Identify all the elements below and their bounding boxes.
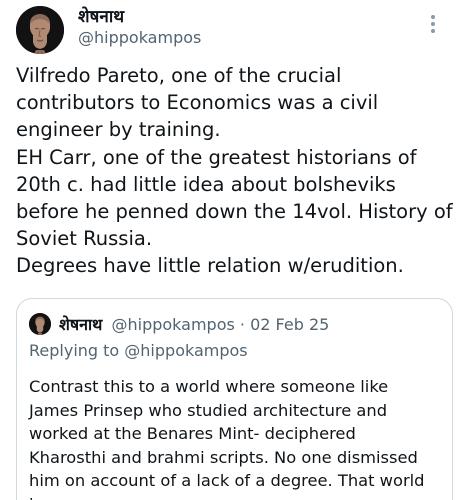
tweet: शेषनाथ @hippokampos Vilfredo Pareto, one… (0, 0, 463, 500)
tweet-text: Vilfredo Pareto, one of the crucial cont… (16, 64, 453, 278)
quoted-author-name: शेषनाथ (59, 315, 103, 334)
author-name[interactable]: शेषनाथ (78, 4, 124, 27)
quoted-author-avatar (29, 313, 51, 335)
quoted-author-handle: @hippokampos (111, 315, 235, 334)
author-avatar[interactable] (16, 6, 64, 54)
reply-context: Replying to @hippokampos (29, 341, 248, 360)
date-separator: · (239, 315, 246, 334)
quoted-tweet-text: Contrast this to a world where someone l… (29, 377, 425, 500)
author-handle[interactable]: @hippokampos (78, 28, 201, 47)
quoted-tweet-card[interactable]: शेषनाथ @hippokampos · 02 Feb 25 Replying… (16, 298, 453, 500)
quoted-tweet-date: 02 Feb 25 (250, 315, 330, 334)
more-vertical-icon[interactable] (425, 12, 441, 36)
quoted-tweet-header: शेषनाथ @hippokampos · 02 Feb 25 (59, 313, 329, 335)
